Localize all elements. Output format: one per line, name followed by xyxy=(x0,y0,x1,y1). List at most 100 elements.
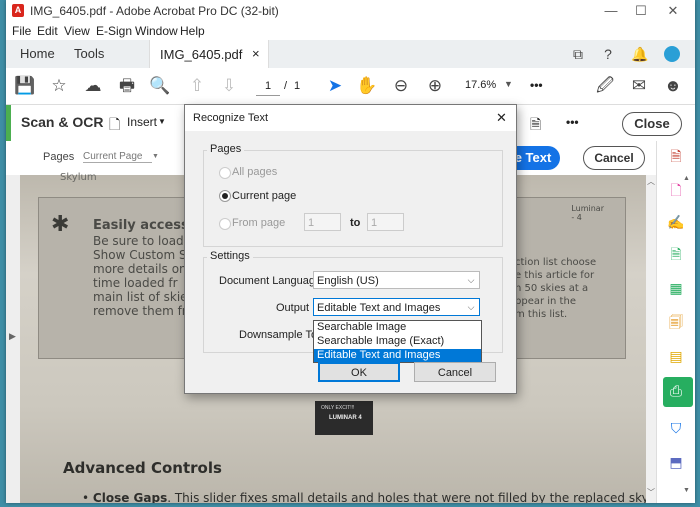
page-number-input[interactable]: 1 xyxy=(256,77,280,96)
enhance-page-icon[interactable]: 🗎 xyxy=(530,114,541,138)
pages-label: Pages xyxy=(43,151,75,163)
page-select-chevron-icon[interactable]: ▼ xyxy=(152,153,159,160)
output-option-searchable[interactable]: Searchable Image xyxy=(314,321,481,334)
luminar-screenshot-image: ONLY EXCIT!!! LUMINAR 4 xyxy=(315,401,373,435)
dialog-cancel-button[interactable]: Cancel xyxy=(414,362,496,382)
expand-panel-icon[interactable]: ▶ xyxy=(9,331,16,342)
doc-language-select[interactable]: English (US) ⌵ xyxy=(313,271,480,289)
scroll-up-icon[interactable]: ︿ xyxy=(647,176,655,187)
dialog-close-icon[interactable]: ✕ xyxy=(496,110,507,126)
output-dropdown-icon: ⌵ xyxy=(467,302,475,312)
zoom-level[interactable]: 17.6% xyxy=(465,79,496,91)
dialog-title-bar: Recognize Text ✕ xyxy=(185,105,516,131)
vertical-scrollbar[interactable]: ︿ ﹀ xyxy=(646,175,656,503)
combine-files-icon[interactable]: 🗐 xyxy=(667,313,685,331)
select-cursor-icon[interactable]: ➤ xyxy=(324,76,346,96)
more-tools-panel-icon[interactable]: ⬒ xyxy=(667,453,685,471)
zoom-dropdown-icon[interactable]: ▼ xyxy=(504,79,513,89)
scan-icon: ⎙ xyxy=(670,383,683,400)
all-pages-radio[interactable] xyxy=(219,167,231,179)
tab-close-icon[interactable]: × xyxy=(252,46,260,61)
print-icon[interactable]: 🖶 xyxy=(116,76,138,96)
dialog-title: Recognize Text xyxy=(193,112,269,124)
settings-group-label: Settings xyxy=(207,250,253,262)
doc-bullet: • Close Gaps. This slider fixes small de… xyxy=(82,491,695,503)
doc-box-title: Easily access xyxy=(93,218,189,233)
menu-window[interactable]: Window xyxy=(135,24,178,38)
link-sign-icon[interactable]: 🖉 xyxy=(594,76,616,96)
output-option-editable[interactable]: Editable Text and Images xyxy=(314,349,481,362)
email-icon[interactable]: ✉ xyxy=(628,76,650,96)
zoom-out-icon[interactable]: ⊖ xyxy=(390,76,412,96)
scan-ocr-tool-button[interactable]: ⎙ xyxy=(663,377,693,407)
menu-edit[interactable]: Edit xyxy=(37,24,58,38)
output-value: Editable Text and Images xyxy=(317,302,441,314)
tab-document-label: IMG_6405.pdf xyxy=(160,47,243,62)
downsample-label: Downsample To xyxy=(239,329,318,341)
avatar[interactable] xyxy=(662,44,682,64)
insert-dropdown-icon[interactable]: ▼ xyxy=(158,117,166,126)
from-page-radio[interactable] xyxy=(219,218,231,230)
more-tools-icon[interactable]: ••• xyxy=(530,78,543,92)
acrobat-logo-icon: A xyxy=(12,4,24,17)
to-label: to xyxy=(350,217,361,229)
export-pdf-icon[interactable]: 🗎 xyxy=(667,147,685,165)
tab-document[interactable]: IMG_6405.pdf × xyxy=(149,40,269,68)
panel-scroll-up-icon[interactable]: ▲ xyxy=(683,175,693,185)
insert-menu[interactable]: Insert xyxy=(127,115,157,129)
scan-more-icon[interactable]: ••• xyxy=(566,115,579,129)
window-title: IMG_6405.pdf - Adobe Acrobat Pro DC (32-… xyxy=(30,4,279,18)
title-bar: A IMG_6405.pdf - Adobe Acrobat Pro DC (3… xyxy=(6,0,695,22)
menu-esign[interactable]: E-Sign xyxy=(96,24,132,38)
menu-view[interactable]: View xyxy=(64,24,90,38)
insert-page-icon[interactable]: 🗋 xyxy=(109,114,120,138)
add-user-icon[interactable]: ☻ xyxy=(662,76,684,96)
share-screen-icon[interactable]: ⧉ xyxy=(568,44,588,64)
page-up-icon[interactable]: ⇧ xyxy=(186,76,208,96)
all-pages-label: All pages xyxy=(232,166,278,178)
doc-box-right-text: ction list choose e this article for n 5… xyxy=(515,257,597,320)
page-select[interactable]: Current Page xyxy=(83,151,153,163)
main-toolbar: 💾 ☆ ☁ 🖶 🔍 ⇧ ⇩ 1 / 1 ➤ ✋ ⊖ ⊕ 17.6% ▼ ••• … xyxy=(6,68,695,105)
window-close-icon[interactable]: ✕ xyxy=(658,2,688,20)
output-select[interactable]: Editable Text and Images ⌵ xyxy=(313,298,480,316)
output-option-searchable-exact[interactable]: Searchable Image (Exact) xyxy=(314,335,481,348)
doc-language-label: Document Language xyxy=(219,275,322,287)
left-panel-toggle[interactable]: ▶ xyxy=(6,175,20,503)
organize-pages-icon[interactable]: ▦ xyxy=(667,279,685,297)
scan-ocr-title: Scan & OCR xyxy=(21,114,104,130)
fill-sign-icon[interactable]: ✍ xyxy=(667,213,685,231)
zoom-in-icon[interactable]: ⊕ xyxy=(424,76,446,96)
minimize-icon[interactable]: — xyxy=(596,2,626,20)
pages-cancel-button[interactable]: Cancel xyxy=(583,146,645,170)
scan-accent-bar xyxy=(6,105,11,141)
page-down-icon[interactable]: ⇩ xyxy=(218,76,240,96)
panel-scroll-down-icon[interactable]: ▼ xyxy=(683,487,693,497)
menu-bar: File Edit View E-Sign Window Help xyxy=(6,22,695,40)
from-page-input[interactable]: 1 xyxy=(304,213,341,231)
ok-button[interactable]: OK xyxy=(318,362,400,382)
scroll-down-icon[interactable]: ﹀ xyxy=(647,487,655,498)
maximize-icon[interactable]: ☐ xyxy=(626,2,656,20)
current-page-radio[interactable] xyxy=(219,190,231,202)
save-icon[interactable]: 💾 xyxy=(14,76,36,96)
search-zoom-icon[interactable]: 🔍 xyxy=(149,76,171,96)
scan-close-button[interactable]: Close xyxy=(622,112,682,136)
edit-pdf-icon[interactable]: 🗎 xyxy=(667,245,685,263)
tab-tools[interactable]: Tools xyxy=(74,40,104,68)
doc-heading: Advanced Controls xyxy=(63,459,222,477)
notification-bell-icon[interactable]: 🔔 xyxy=(630,44,650,64)
tab-home[interactable]: Home xyxy=(20,40,55,68)
menu-file[interactable]: File xyxy=(12,24,31,38)
to-page-input[interactable]: 1 xyxy=(367,213,404,231)
upload-cloud-icon[interactable]: ☁ xyxy=(82,76,104,96)
comment-icon[interactable]: ▤ xyxy=(667,347,685,365)
bookmark-star-icon[interactable]: ☆ xyxy=(48,76,70,96)
page-separator: / xyxy=(284,80,288,92)
help-icon[interactable]: ? xyxy=(598,44,618,64)
menu-help[interactable]: Help xyxy=(180,24,205,38)
hand-tool-icon[interactable]: ✋ xyxy=(356,76,378,96)
doc-box-left-text: Be sure to load Show Custom S more detai… xyxy=(93,234,194,318)
protect-shield-icon[interactable]: ⛉ xyxy=(667,419,685,437)
tab-bar: Home Tools IMG_6405.pdf × ⧉ ? 🔔 xyxy=(6,40,695,69)
